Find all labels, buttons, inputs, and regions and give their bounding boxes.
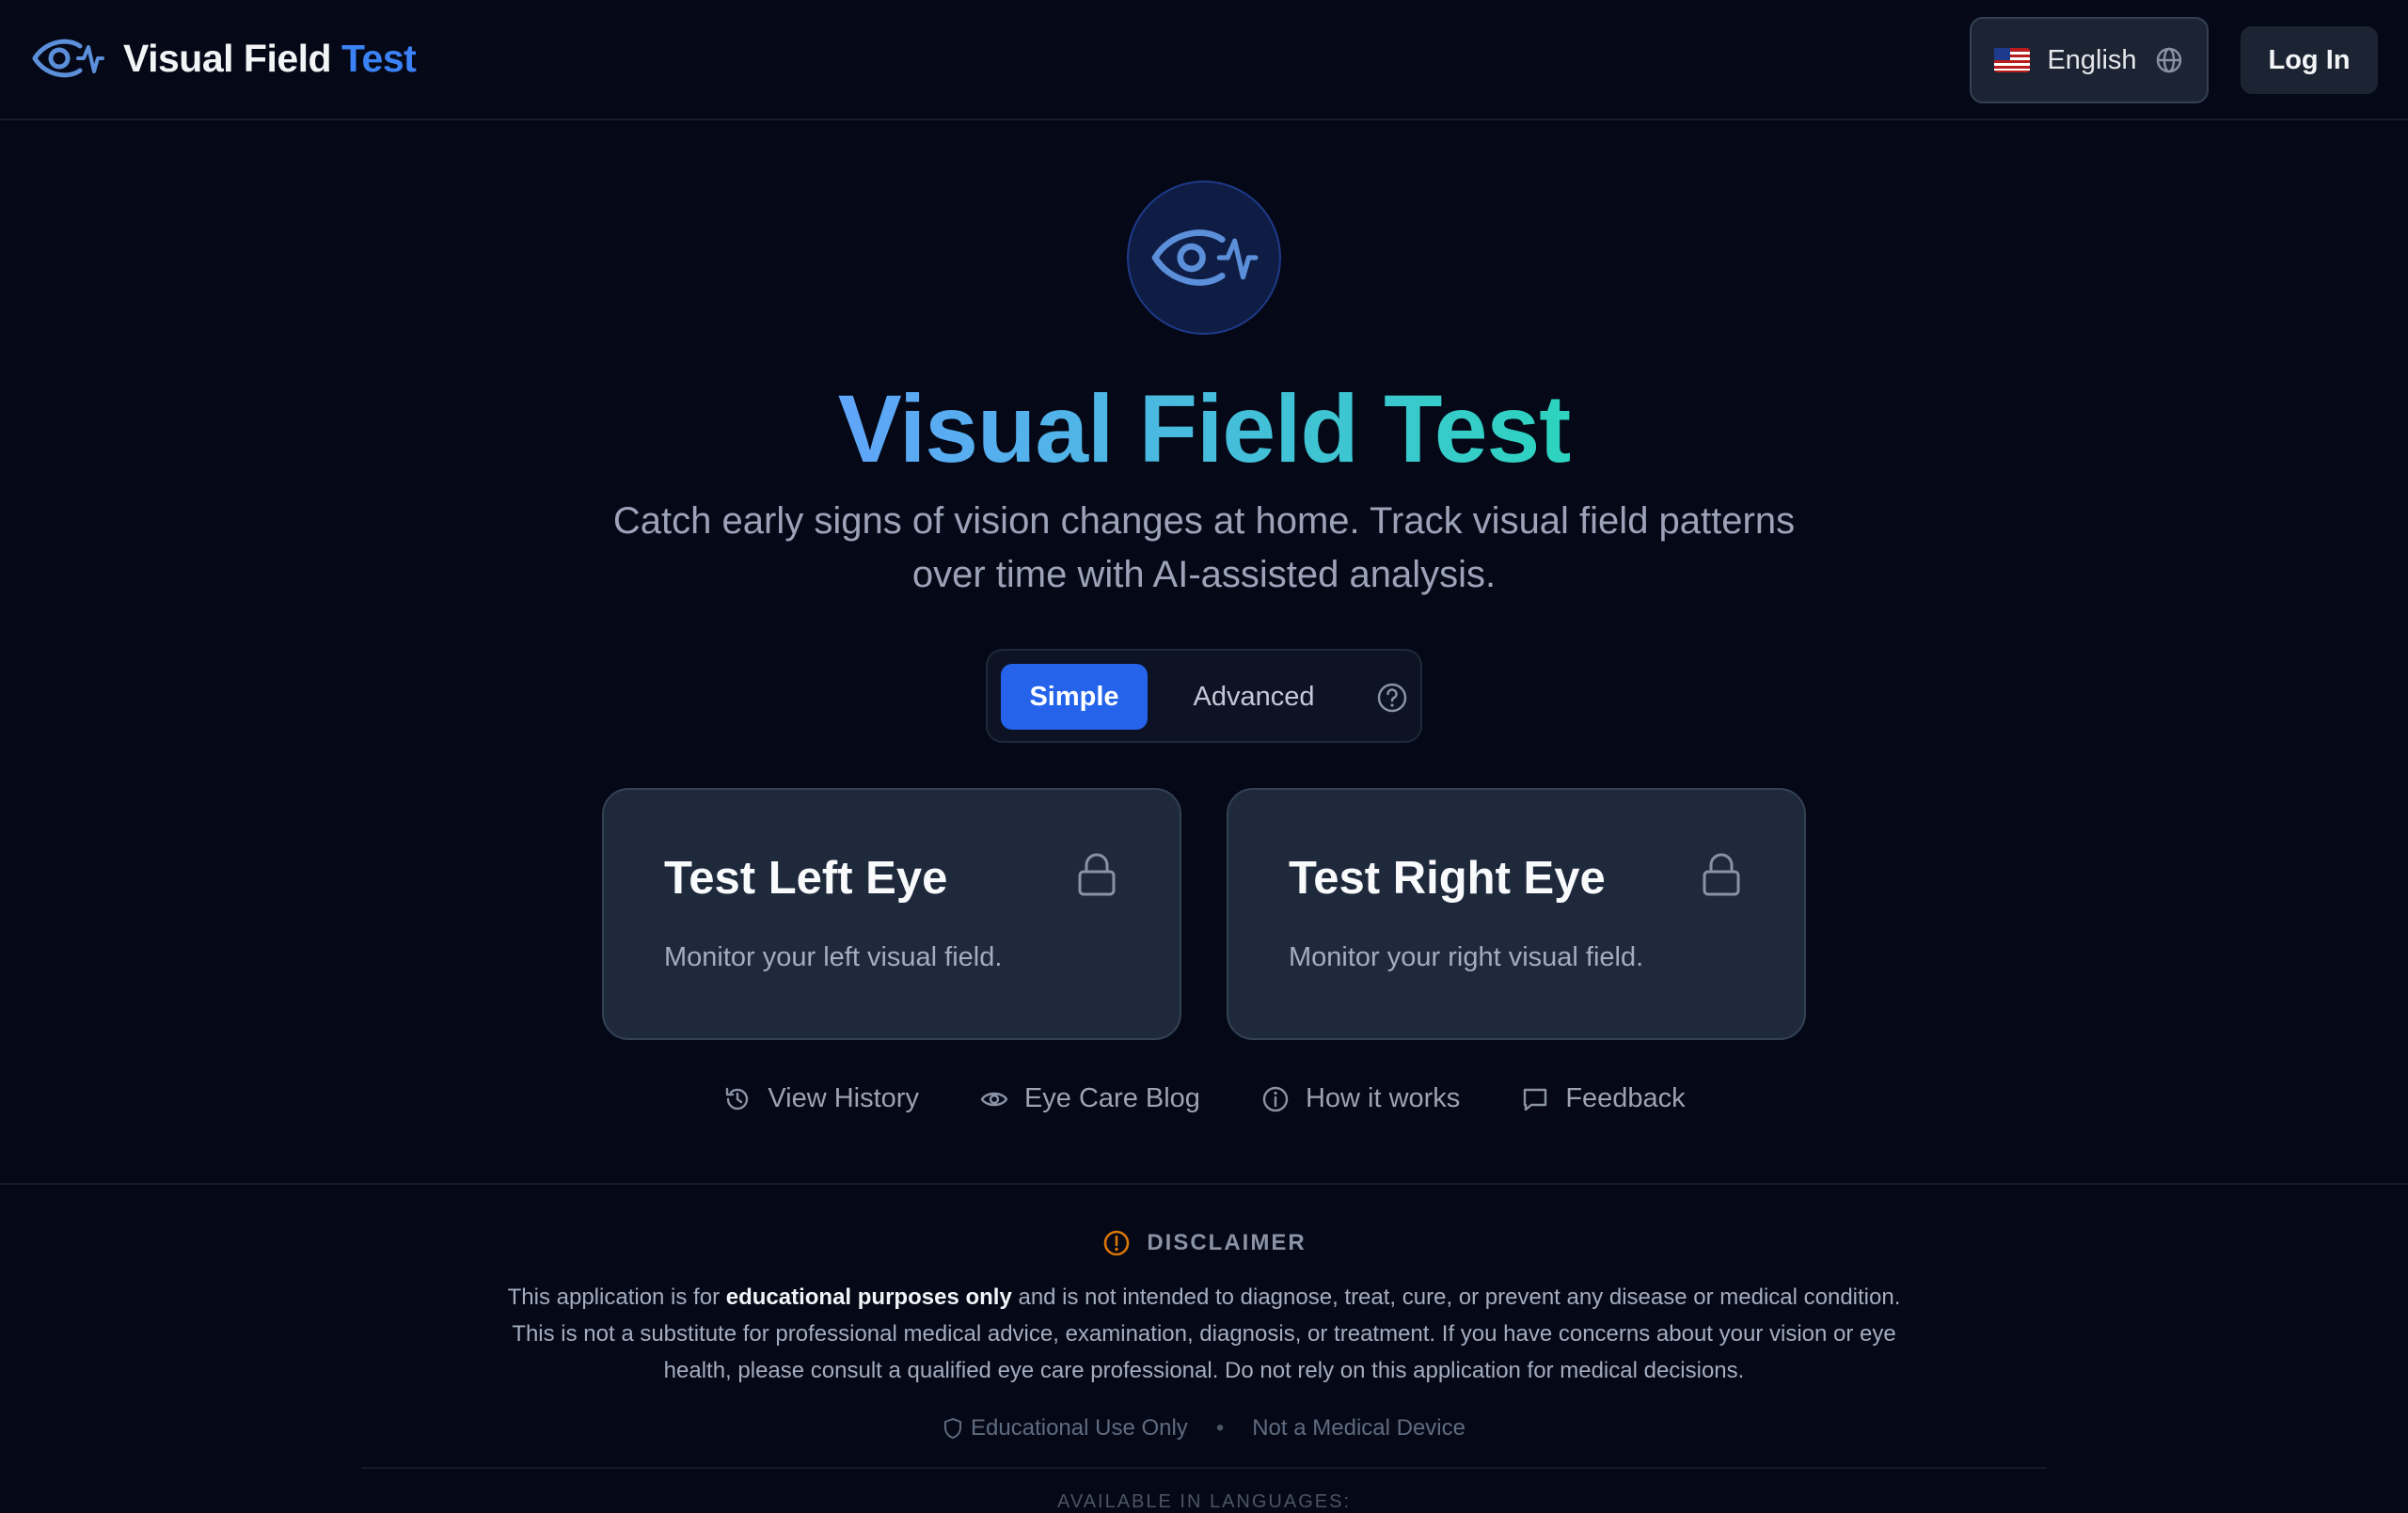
secondary-links: View History Eye Care Blog How it works …: [0, 1083, 2408, 1114]
not-medical-device-badge: Not a Medical Device: [1252, 1415, 1465, 1442]
eye-care-blog-link[interactable]: Eye Care Blog: [979, 1083, 1200, 1114]
disclaimer-text-bold: educational purposes only: [725, 1284, 1012, 1310]
globe-icon: [2156, 47, 2181, 73]
top-header: Visual Field Test English Log In: [0, 0, 2408, 120]
educational-use-badge: Educational Use Only: [943, 1415, 1188, 1442]
brand-title-main: Visual Field: [123, 36, 332, 80]
view-history-link[interactable]: View History: [722, 1083, 919, 1114]
eye-pulse-icon: [32, 39, 104, 78]
shield-icon: [944, 1418, 962, 1439]
disclaimer-badges: Educational Use Only • Not a Medical Dev…: [0, 1415, 2408, 1442]
badge-separator: •: [1215, 1415, 1225, 1441]
warning-icon: [1104, 1230, 1130, 1256]
login-button[interactable]: Log In: [2241, 26, 2378, 94]
hero-logo: [1127, 181, 1281, 335]
disclaimer-heading: DISCLAIMER: [0, 1228, 2408, 1258]
footer-divider: [361, 1467, 2047, 1469]
link-label: Feedback: [1565, 1083, 1686, 1113]
disclaimer-heading-text: DISCLAIMER: [1147, 1230, 1307, 1255]
disclaimer-text: This application is for educational purp…: [489, 1279, 1919, 1389]
link-label: Eye Care Blog: [1023, 1083, 1200, 1113]
feedback-link[interactable]: Feedback: [1520, 1083, 1686, 1114]
message-icon: [1524, 1088, 1547, 1111]
card-description: Monitor your left visual field.: [664, 942, 1003, 972]
page-title: Visual Field Test: [0, 376, 2408, 481]
mode-toggle: Simple Advanced: [986, 649, 1422, 743]
brand-title: Visual Field Test: [123, 36, 417, 81]
badge-label: Not a Medical Device: [1252, 1415, 1465, 1441]
eye-icon: [980, 1092, 1008, 1106]
card-title: Test Right Eye: [1289, 853, 1606, 904]
page-title-text: Visual Field Test: [837, 375, 1571, 482]
link-label: How it works: [1305, 1083, 1461, 1113]
mode-simple-button[interactable]: Simple: [1001, 664, 1148, 730]
lock-icon: [1703, 853, 1740, 896]
available-languages-label: AVAILABLE IN LANGUAGES:: [1056, 1491, 1352, 1512]
link-label: View History: [768, 1083, 919, 1113]
us-flag-icon: [1994, 48, 2031, 72]
lock-icon: [1078, 853, 1116, 896]
how-it-works-link[interactable]: How it works: [1260, 1083, 1460, 1114]
card-title: Test Left Eye: [664, 853, 948, 904]
disclaimer-text-start: This application is for: [507, 1284, 726, 1310]
language-label: English: [2047, 44, 2137, 75]
info-icon: [1262, 1086, 1289, 1111]
brand-title-accent: Test: [341, 36, 417, 80]
badge-label: Educational Use Only: [971, 1415, 1188, 1441]
page-subtitle: Catch early signs of vision changes at h…: [612, 500, 1796, 595]
history-icon: [726, 1087, 749, 1110]
test-right-eye-card[interactable]: Test Right Eye Monitor your right visual…: [1227, 788, 1806, 1040]
section-divider: [0, 1183, 2408, 1185]
test-left-eye-card[interactable]: Test Left Eye Monitor your left visual f…: [602, 788, 1181, 1040]
card-description: Monitor your right visual field.: [1289, 942, 1644, 972]
brand-logo[interactable]: Visual Field Test: [31, 31, 417, 86]
mode-advanced-button[interactable]: Advanced: [1176, 664, 1332, 730]
help-icon[interactable]: [1375, 681, 1409, 715]
eye-pulse-icon: [1151, 229, 1259, 286]
language-selector[interactable]: English: [1970, 17, 2209, 103]
